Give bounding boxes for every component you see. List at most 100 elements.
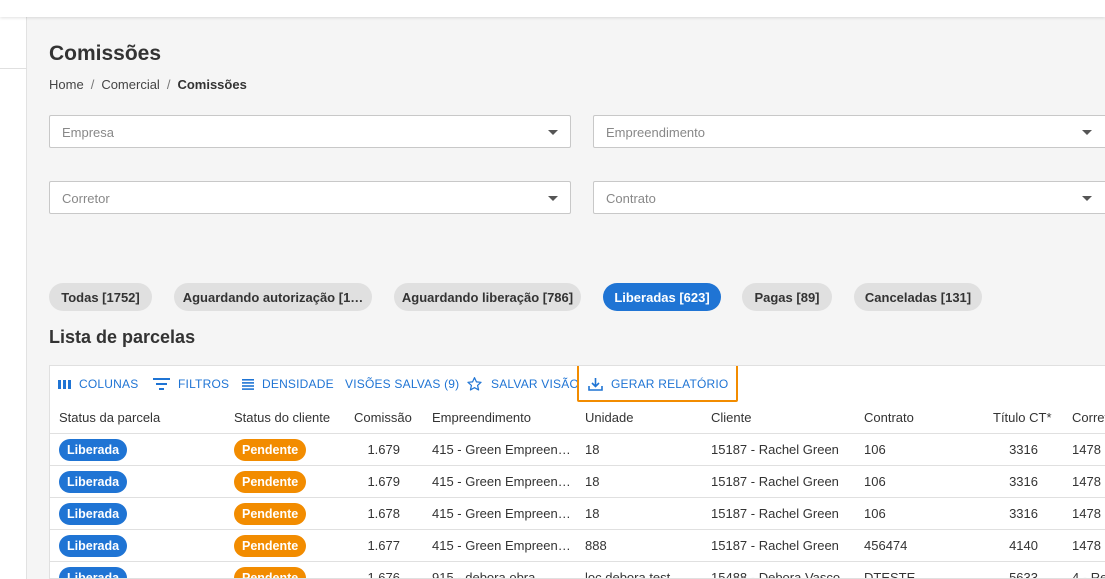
status-badge-cliente: Pendente [234,567,307,578]
side-navigation-rail [0,17,27,579]
cell-cliente: 15488 - Debora Vasco [711,570,841,579]
status-badge-cliente: Pendente [234,471,307,493]
status-badge-cliente: Pendente [234,503,307,525]
cell-titulo: 5633 [1009,570,1038,579]
empreendimento-placeholder: Empreendimento [606,125,705,140]
cell-contrato: 106 [864,442,886,457]
empresa-select[interactable]: Empresa [49,115,571,148]
table-row[interactable]: Liberada Pendente 1.679 415 - Green Empr… [50,466,1105,498]
status-badge-parcela: Liberada [59,535,128,557]
cell-empreendimento: 415 - Green Empreen… [432,442,571,457]
cell-comissao: 1.678 [367,506,400,521]
col-header-comissao[interactable]: Comissão [354,410,412,425]
breadcrumb: Home / Comercial / Comissões [49,77,247,92]
contrato-select[interactable]: Contrato [593,181,1105,214]
tab-todas[interactable]: Todas [1752] [49,283,152,311]
save-view-button[interactable]: SALVAR VISÃO [466,366,579,402]
cell-titulo: 3316 [1009,506,1038,521]
col-header-status-cliente[interactable]: Status do cliente [234,410,330,425]
columns-button[interactable]: COLUNAS [58,366,138,402]
cell-corretor: 1478 - [1072,506,1105,521]
contrato-placeholder: Contrato [606,191,656,206]
cell-unidade: 18 [585,442,600,457]
tab-canceladas[interactable]: Canceladas [131] [854,283,982,311]
cell-comissao: 1.679 [367,442,400,457]
cell-unidade: 18 [585,474,600,489]
saved-views-button[interactable]: VISÕES SALVAS (9) [345,366,459,402]
col-header-empreendimento[interactable]: Empreendimento [432,410,531,425]
cell-cliente: 15187 - Rachel Green [711,506,839,521]
cell-cliente: 15187 - Rachel Green [711,538,839,553]
empreendimento-select[interactable]: Empreendimento [593,115,1105,148]
col-header-unidade[interactable]: Unidade [585,410,633,425]
breadcrumb-comercial[interactable]: Comercial [101,77,160,92]
density-label: DENSIDADE [262,377,334,391]
col-header-status-parcela[interactable]: Status da parcela [59,410,160,425]
tab-aguardando-liberacao[interactable]: Aguardando liberação [786] [394,283,581,311]
chevron-down-icon [548,130,558,135]
breadcrumb-separator: / [90,77,95,92]
density-button[interactable]: DENSIDADE [242,366,334,402]
cell-contrato: 106 [864,506,886,521]
status-badge-cliente: Pendente [234,439,307,461]
table-row[interactable]: Liberada Pendente 1.677 415 - Green Empr… [50,530,1105,562]
cell-empreendimento: 915 - debora obra [432,570,536,579]
status-badge-cliente: Pendente [234,535,307,557]
table-row[interactable]: Liberada Pendente 1.678 415 - Green Empr… [50,498,1105,530]
cell-empreendimento: 415 - Green Empreen… [432,538,571,553]
col-header-contrato[interactable]: Contrato [864,410,914,425]
cell-corretor: 1478 - [1072,474,1105,489]
cell-comissao: 1.677 [367,538,400,553]
tab-liberadas[interactable]: Liberadas [623] [603,283,721,311]
cell-cliente: 15187 - Rachel Green [711,474,839,489]
table-row[interactable]: Liberada Pendente 1.679 415 - Green Empr… [50,434,1105,466]
cell-contrato: 456474 [864,538,908,553]
cell-corretor: 4 - Re [1072,570,1105,579]
status-badge-parcela: Liberada [59,439,128,461]
cell-empreendimento: 415 - Green Empreen… [432,506,571,521]
cell-cliente: 15187 - Rachel Green [711,442,839,457]
columns-icon [58,379,71,389]
save-view-label: SALVAR VISÃO [491,377,579,391]
chevron-down-icon [548,196,558,201]
cell-titulo: 3316 [1009,442,1038,457]
top-app-bar [0,0,1105,17]
filters-label: FILTROS [178,377,230,391]
list-title: Lista de parcelas [49,327,196,347]
cell-comissao: 1.679 [367,474,400,489]
grid-toolbar: COLUNAS FILTROS DENSIDADE VISÕES SALVAS … [50,366,1105,402]
col-header-corretor[interactable]: Corret [1072,410,1105,425]
empresa-placeholder: Empresa [62,125,115,140]
generate-report-label: GERAR RELATÓRIO [611,377,729,391]
page-title: Comissões [49,42,162,65]
breadcrumb-home[interactable]: Home [49,77,84,92]
status-badge-parcela: Liberada [59,471,128,493]
tab-aguardando-autorizacao[interactable]: Aguardando autorização [1… [174,283,372,311]
cell-corretor: 1478 - [1072,538,1105,553]
cell-titulo: 3316 [1009,474,1038,489]
tab-pagas[interactable]: Pagas [89] [742,283,832,311]
table-row[interactable]: Liberada Pendente 1.676 915 - debora obr… [50,562,1105,579]
chevron-down-icon [1082,196,1092,201]
corretor-select[interactable]: Corretor [49,181,571,214]
rail-divider [0,68,27,69]
cell-corretor: 1478 - [1072,442,1105,457]
col-header-titulo[interactable]: Título CT* [993,410,1052,425]
cell-titulo: 4140 [1009,538,1038,553]
cell-contrato: DTESTE [864,570,916,579]
cell-comissao: 1.676 [367,570,400,579]
columns-label: COLUNAS [79,377,139,391]
filter-icon [153,378,170,390]
breadcrumb-separator: / [166,77,171,92]
breadcrumb-current: Comissões [177,77,247,92]
generate-report-button[interactable]: GERAR RELATÓRIO [588,366,728,402]
status-badge-parcela: Liberada [59,503,128,525]
download-icon [588,378,603,391]
star-outline-icon [467,377,482,391]
col-header-cliente[interactable]: Cliente [711,410,751,425]
main-content: Comissões Home / Comercial / Comissões Empre… [49,17,1105,579]
density-icon [242,378,254,390]
cell-empreendimento: 415 - Green Empreen… [432,474,571,489]
filters-button[interactable]: FILTROS [153,366,229,402]
corretor-placeholder: Corretor [62,191,110,206]
